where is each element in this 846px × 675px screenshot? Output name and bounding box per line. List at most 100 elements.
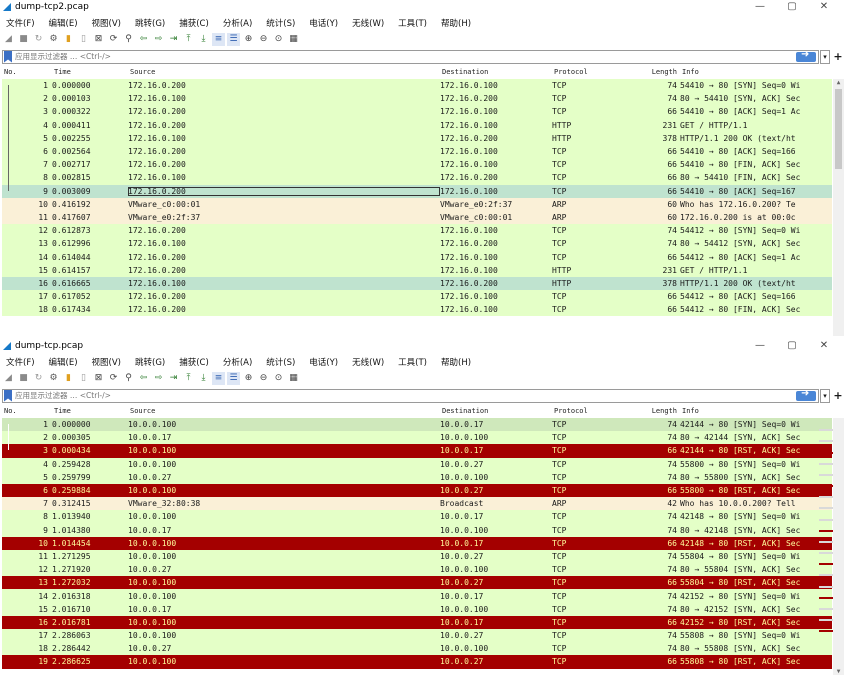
- packet-row[interactable]: 11 1.271295 10.0.0.100 10.0.0.27 TCP 74 55804 …: [2, 549, 832, 564]
- packet-row[interactable]: 3 0.000322 172.16.0.200 172.16.0.100 TCP 66 54…: [2, 105, 832, 119]
- stop-square-icon[interactable]: ■: [17, 33, 30, 46]
- find-icon[interactable]: ⚲: [122, 372, 135, 385]
- menu-help[interactable]: 帮助(H): [439, 17, 477, 29]
- add-filter-button-icon[interactable]: +: [832, 50, 844, 64]
- packet-row[interactable]: 1 0.000000 172.16.0.200 172.16.0.100 TCP 74 54…: [2, 79, 832, 93]
- first-packet-icon[interactable]: ⤒: [182, 33, 195, 46]
- scroll-down-icon[interactable]: ▼: [833, 668, 844, 675]
- options-gear-icon[interactable]: ⚙: [47, 33, 60, 46]
- autoscroll-icon[interactable]: ≡: [212, 371, 225, 385]
- col-header-info[interactable]: Info: [680, 407, 844, 415]
- packet-row[interactable]: 10 0.416192 VMware_c0:00:01 VMware_e0:2f:37…: [2, 197, 832, 211]
- resize-columns-icon[interactable]: ▦: [287, 33, 300, 46]
- display-filter-input[interactable]: [15, 50, 796, 63]
- col-header-no[interactable]: No.: [2, 407, 52, 415]
- display-filter-input[interactable]: [15, 389, 796, 402]
- bookmark-icon[interactable]: [4, 50, 12, 63]
- packet-row[interactable]: 19 2.286625 10.0.0.100 10.0.0.27 TCP 66 55808 …: [2, 655, 832, 669]
- apply-filter-arrow-icon[interactable]: [796, 388, 816, 401]
- menu-edit[interactable]: 编辑(E): [47, 17, 84, 29]
- autoscroll-icon[interactable]: ≡: [212, 32, 225, 46]
- filter-dropdown-icon[interactable]: ▾: [820, 388, 830, 403]
- col-header-info[interactable]: Info: [680, 68, 844, 76]
- col-header-protocol[interactable]: Protocol: [552, 68, 634, 76]
- apply-filter-arrow-icon[interactable]: [796, 49, 816, 62]
- shark-fin-start-icon[interactable]: ◢: [2, 33, 15, 46]
- col-header-protocol[interactable]: Protocol: [552, 407, 634, 415]
- col-header-time[interactable]: Time: [52, 407, 128, 415]
- packet-row[interactable]: 14 0.614044 172.16.0.200 172.16.0.100 TCP 66 5…: [2, 250, 832, 264]
- menu-file[interactable]: 文件(F): [4, 356, 41, 368]
- menu-analyze[interactable]: 分析(A): [221, 17, 258, 29]
- goto-packet-icon[interactable]: ⇥: [167, 372, 180, 385]
- packet-row[interactable]: 9 0.003009 172.16.0.200 172.16.0.100 TCP 66 54…: [2, 184, 832, 198]
- zoom-out-icon[interactable]: ⊖: [257, 372, 270, 385]
- close-button[interactable]: ✕: [808, 0, 840, 14]
- menu-go[interactable]: 跳转(G): [133, 356, 171, 368]
- colorize-icon[interactable]: ☰: [227, 371, 240, 385]
- bookmark-icon[interactable]: [4, 389, 12, 402]
- packet-row[interactable]: 6 0.259884 10.0.0.100 10.0.0.27 TCP 66 55800 →…: [2, 483, 832, 498]
- packet-row[interactable]: 9 1.014380 10.0.0.17 10.0.0.100 TCP 74 80 → 42…: [2, 523, 832, 537]
- options-gear-icon[interactable]: ⚙: [47, 372, 60, 385]
- add-filter-button-icon[interactable]: +: [832, 389, 844, 403]
- col-header-time[interactable]: Time: [52, 68, 128, 76]
- reload-icon[interactable]: ⟳: [107, 33, 120, 46]
- restart-icon[interactable]: ↻: [32, 372, 45, 385]
- packet-row[interactable]: 15 0.614157 172.16.0.200 172.16.0.100 HTTP 23…: [2, 263, 832, 277]
- packet-row[interactable]: 3 0.000434 10.0.0.100 10.0.0.17 TCP 66 42144 →…: [2, 444, 832, 458]
- packet-row[interactable]: 8 1.013940 10.0.0.100 10.0.0.17 TCP 74 42148 →…: [2, 510, 832, 524]
- menu-view[interactable]: 视图(V): [90, 356, 127, 368]
- menu-tools[interactable]: 工具(T): [396, 17, 433, 29]
- forward-arrow-icon[interactable]: ⇨: [152, 372, 165, 385]
- packet-row[interactable]: 7 0.312415 VMware_32:80:38 Broadcast ARP 42 Wh…: [2, 497, 832, 511]
- zoom-reset-icon[interactable]: ⊙: [272, 372, 285, 385]
- close-file-icon[interactable]: ⊠: [92, 372, 105, 385]
- col-header-no[interactable]: No.: [2, 68, 52, 76]
- maximize-button[interactable]: ▢: [776, 339, 808, 353]
- packet-row[interactable]: 14 2.016318 10.0.0.100 10.0.0.17 TCP 74 42152 …: [2, 589, 832, 603]
- menu-edit[interactable]: 编辑(E): [47, 356, 84, 368]
- packet-row[interactable]: 17 0.617052 172.16.0.200 172.16.0.100 TCP 66 5…: [2, 290, 832, 304]
- close-file-icon[interactable]: ⊠: [92, 33, 105, 46]
- packet-row[interactable]: 4 0.000411 172.16.0.200 172.16.0.100 HTTP 231…: [2, 118, 832, 132]
- menu-capture[interactable]: 捕获(C): [177, 356, 215, 368]
- col-header-destination[interactable]: Destination: [440, 407, 552, 415]
- forward-arrow-icon[interactable]: ⇨: [152, 33, 165, 46]
- colorize-icon[interactable]: ☰: [227, 32, 240, 46]
- menu-tools[interactable]: 工具(T): [396, 356, 433, 368]
- packet-row[interactable]: 5 0.259799 10.0.0.27 10.0.0.100 TCP 74 80 → 55…: [2, 470, 832, 484]
- packet-row[interactable]: 1 0.000000 10.0.0.100 10.0.0.17 TCP 74 42144 →…: [2, 418, 832, 432]
- last-packet-icon[interactable]: ⤓: [197, 372, 210, 385]
- packet-row[interactable]: 17 2.286063 10.0.0.100 10.0.0.27 TCP 74 55808 …: [2, 629, 832, 643]
- menu-wireless[interactable]: 无线(W): [350, 17, 390, 29]
- menu-view[interactable]: 视图(V): [90, 17, 127, 29]
- zoom-reset-icon[interactable]: ⊙: [272, 33, 285, 46]
- packet-row[interactable]: 4 0.259428 10.0.0.100 10.0.0.27 TCP 74 55800 →…: [2, 457, 832, 471]
- col-header-source[interactable]: Source: [128, 68, 440, 76]
- resize-columns-icon[interactable]: ▦: [287, 372, 300, 385]
- zoom-in-icon[interactable]: ⊕: [242, 372, 255, 385]
- minimize-button[interactable]: —: [744, 339, 776, 353]
- col-header-length[interactable]: Length: [634, 407, 680, 415]
- packet-row[interactable]: 5 0.002255 172.16.0.100 172.16.0.200 HTTP 378…: [2, 131, 832, 145]
- menu-statistics[interactable]: 统计(S): [264, 356, 301, 368]
- packet-row[interactable]: 18 2.286442 10.0.0.27 10.0.0.100 TCP 74 80 → 5…: [2, 642, 832, 656]
- back-arrow-icon[interactable]: ⇦: [137, 372, 150, 385]
- open-folder-icon[interactable]: ▮: [62, 372, 75, 385]
- packet-row[interactable]: 16 0.616665 172.16.0.100 172.16.0.200 HTTP 37…: [2, 276, 832, 290]
- find-icon[interactable]: ⚲: [122, 33, 135, 46]
- col-header-destination[interactable]: Destination: [440, 68, 552, 76]
- menu-go[interactable]: 跳转(G): [133, 17, 171, 29]
- packet-row[interactable]: 16 2.016781 10.0.0.100 10.0.0.17 TCP 66 42152 …: [2, 615, 832, 629]
- packet-row[interactable]: 2 0.000305 10.0.0.17 10.0.0.100 TCP 74 80 → 42…: [2, 431, 832, 445]
- col-header-length[interactable]: Length: [634, 68, 680, 76]
- restart-icon[interactable]: ↻: [32, 33, 45, 46]
- packet-row[interactable]: 15 2.016710 10.0.0.17 10.0.0.100 TCP 74 80 → 4…: [2, 602, 832, 616]
- last-packet-icon[interactable]: ⤓: [197, 33, 210, 46]
- packet-row[interactable]: 11 0.417607 VMware_e0:2f:37 VMware_c0:00:01…: [2, 210, 832, 225]
- menu-telephony[interactable]: 电话(Y): [307, 17, 344, 29]
- minimize-button[interactable]: —: [744, 0, 776, 14]
- menu-telephony[interactable]: 电话(Y): [307, 356, 344, 368]
- first-packet-icon[interactable]: ⤒: [182, 372, 195, 385]
